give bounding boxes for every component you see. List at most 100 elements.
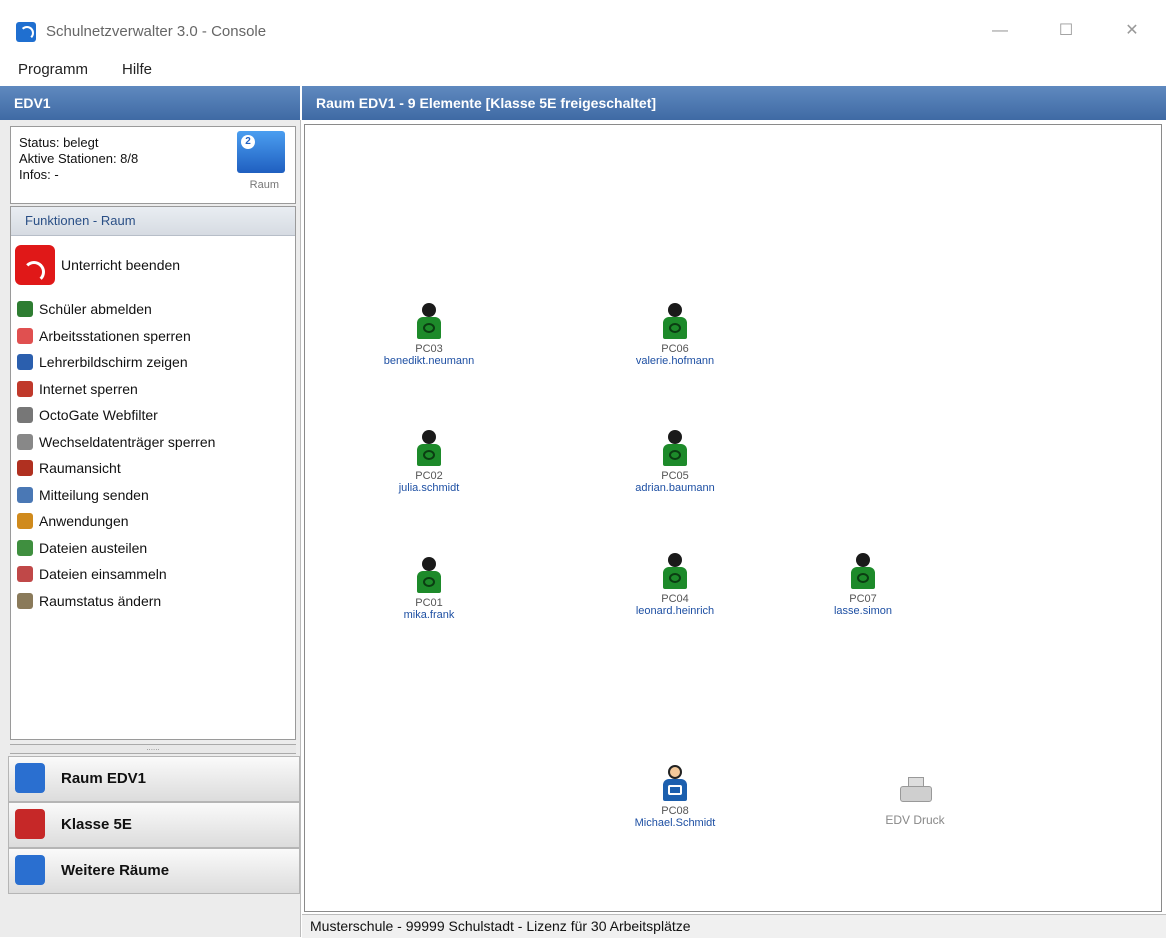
nav-class[interactable]: Klasse 5E — [8, 802, 300, 848]
function-item[interactable]: Schüler abmelden — [17, 299, 287, 321]
menu-bar: Programm Hilfe — [0, 56, 1166, 86]
student-icon — [414, 430, 444, 470]
more-rooms-icon — [15, 855, 45, 885]
pc-user: lasse.simon — [833, 605, 893, 617]
minimize-button[interactable]: — — [982, 18, 1018, 44]
monitor-icon — [17, 354, 33, 370]
pc-name: PC03 — [415, 343, 443, 355]
pc-user: julia.schmidt — [398, 482, 460, 494]
function-item[interactable]: Dateien einsammeln — [17, 564, 287, 586]
nav-room[interactable]: Raum EDV1 — [8, 756, 300, 802]
station-pc02[interactable]: PC02 julia.schmidt — [359, 430, 499, 494]
function-label: Lehrerbildschirm zeigen — [39, 354, 188, 370]
functions-panel: Funktionen - Raum Unterricht beenden Sch… — [10, 206, 296, 740]
pc-name: PC04 — [661, 593, 689, 605]
pc-name: PC08 — [661, 805, 689, 817]
nav-label: Weitere Räume — [61, 862, 170, 879]
student-icon — [660, 303, 690, 343]
lock-station-icon — [17, 327, 33, 344]
station-pc01[interactable]: PC01 mika.frank — [359, 557, 499, 621]
title-bar: Schulnetzverwalter 3.0 - Console — ☐ ✕ — [0, 0, 1166, 56]
pc-name: PC06 — [661, 343, 689, 355]
function-item[interactable]: Lehrerbildschirm zeigen — [17, 352, 287, 374]
functions-header-label: Funktionen - Raum — [25, 213, 136, 228]
student-icon — [848, 553, 878, 593]
function-label: Schüler abmelden — [39, 301, 152, 317]
station-pc05[interactable]: PC05 adrian.baumann — [605, 430, 745, 494]
station-pc04[interactable]: PC04 leonard.heinrich — [605, 553, 745, 617]
function-item[interactable]: Anwendungen — [17, 511, 287, 533]
close-button[interactable]: ✕ — [1114, 18, 1150, 44]
function-label: Internet sperren — [39, 380, 138, 397]
station-pc03[interactable]: PC03 benedikt.neumann — [359, 303, 499, 367]
nav-label: Raum EDV1 — [61, 770, 147, 787]
room-view-icon — [17, 460, 33, 476]
nav-more-rooms[interactable]: Weitere Räume — [8, 848, 300, 894]
apps-icon — [17, 513, 33, 529]
room-icon — [15, 763, 45, 793]
printer-station[interactable]: EDV Druck — [845, 777, 985, 827]
app-icon — [16, 22, 36, 42]
function-item[interactable]: Wechseldatenträger sperren — [17, 432, 287, 454]
license-text: Musterschule - 99999 Schulstadt - Lizenz… — [310, 918, 691, 934]
function-item[interactable]: Internet sperren — [17, 379, 287, 401]
function-item[interactable]: Raumstatus ändern — [17, 591, 287, 613]
student-icon — [660, 553, 690, 593]
function-label: Anwendungen — [39, 513, 129, 529]
function-label: Mitteilung senden — [39, 486, 149, 503]
function-label: Raumstatus ändern — [39, 592, 162, 609]
pc-name: PC02 — [415, 470, 443, 482]
functions-header: Funktionen - Raum — [11, 207, 295, 236]
printer-icon — [900, 777, 932, 803]
menu-hilfe[interactable]: Hilfe — [122, 61, 152, 78]
printer-label: EDV Druck — [885, 813, 945, 827]
message-icon — [17, 486, 33, 503]
pc-user: valerie.hofmann — [635, 355, 715, 367]
usb-lock-icon — [17, 433, 33, 450]
room-icon-badge: 2 — [241, 135, 255, 149]
room-panel-header: Raum EDV1 - 9 Elemente [Klasse 5E freige… — [302, 86, 1166, 120]
status-box: Status: belegt Aktive Stationen: 8/8 Inf… — [10, 126, 296, 204]
pc-user: benedikt.neumann — [383, 355, 475, 367]
infos-text: Infos: - — [19, 167, 59, 182]
pc-name: PC01 — [415, 597, 443, 609]
function-item[interactable]: Mitteilung senden — [17, 485, 287, 507]
station-pc06[interactable]: PC06 valerie.hofmann — [605, 303, 745, 367]
student-icon — [414, 303, 444, 343]
room-icon-label: Raum — [249, 179, 279, 191]
function-item[interactable]: Raumansicht — [17, 458, 287, 480]
maximize-button[interactable]: ☐ — [1048, 18, 1084, 44]
pc-name: PC05 — [661, 470, 689, 482]
room-hand-icon[interactable]: 2 — [237, 131, 285, 173]
file-send-icon — [17, 539, 33, 556]
nav-label: Klasse 5E — [61, 816, 132, 833]
function-item[interactable]: Arbeitsstationen sperren — [17, 326, 287, 348]
station-pc07[interactable]: PC07 lasse.simon — [793, 553, 933, 617]
end-lesson-label: Unterricht beenden — [61, 257, 181, 273]
teacher-icon — [660, 765, 690, 805]
window-title: Schulnetzverwalter 3.0 - Console — [46, 23, 267, 40]
function-label: OctoGate Webfilter — [39, 407, 158, 423]
end-lesson-button[interactable]: Unterricht beenden — [15, 245, 285, 285]
pc-name: PC07 — [849, 593, 877, 605]
function-label: Dateien austeilen — [39, 539, 148, 556]
function-label: Arbeitsstationen sperren — [39, 327, 191, 344]
function-label: Wechseldatenträger sperren — [39, 433, 216, 450]
menu-programm[interactable]: Programm — [18, 61, 88, 78]
function-item[interactable]: OctoGate Webfilter — [17, 405, 287, 427]
left-panel-title: EDV1 — [14, 95, 51, 111]
globe-block-icon — [17, 380, 33, 397]
pc-user: Michael.Schmidt — [634, 817, 716, 829]
room-title: Raum EDV1 - 9 Elemente [Klasse 5E freige… — [316, 95, 657, 111]
class-icon — [15, 809, 45, 839]
file-collect-icon — [17, 566, 33, 582]
status-bar: Musterschule - 99999 Schulstadt - Lizenz… — [302, 914, 1166, 938]
room-view: PC03 benedikt.neumann PC06 valerie.hofmann P… — [304, 124, 1162, 912]
left-panel-header: EDV1 — [0, 86, 300, 120]
student-icon — [414, 557, 444, 597]
station-pc08[interactable]: PC08 Michael.Schmidt — [605, 765, 745, 829]
function-item[interactable]: Dateien austeilen — [17, 538, 287, 560]
active-stations-text: Aktive Stationen: 8/8 — [19, 151, 139, 166]
panel-splitter[interactable]: ...... — [10, 744, 296, 754]
left-pane: Status: belegt Aktive Stationen: 8/8 Inf… — [0, 120, 301, 937]
